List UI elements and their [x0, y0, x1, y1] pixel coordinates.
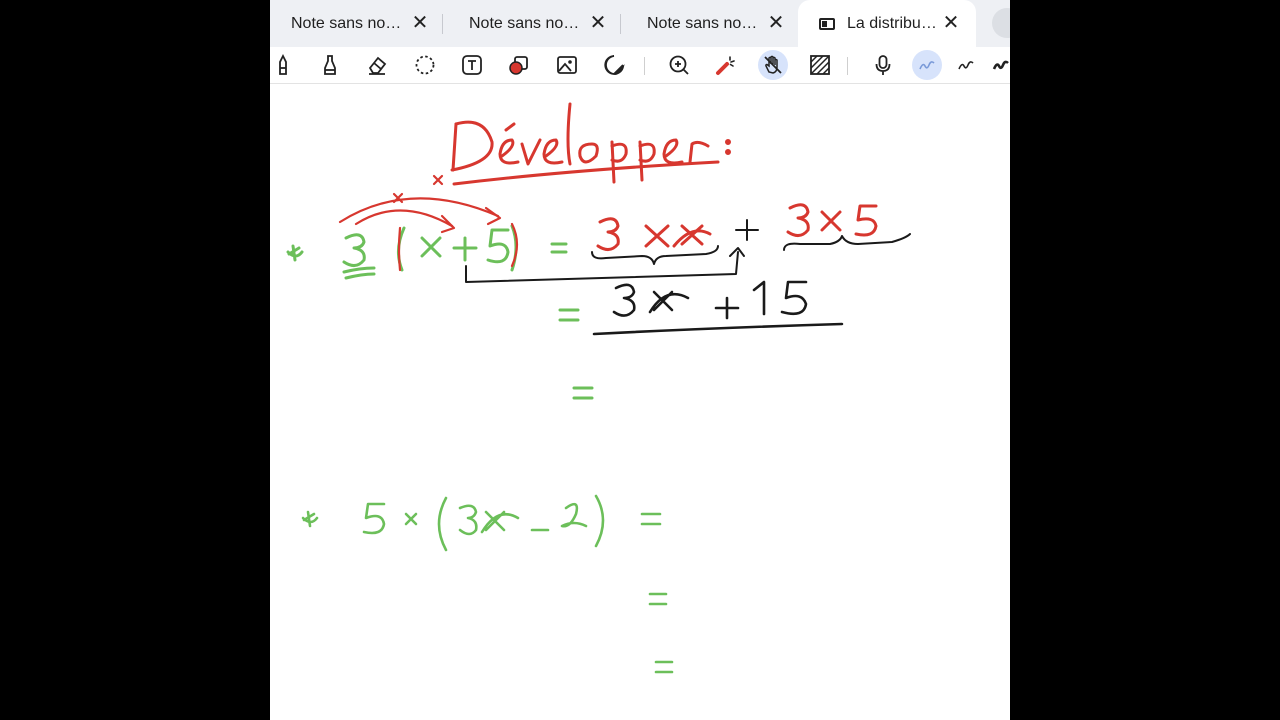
- note-canvas[interactable]: [270, 84, 1010, 720]
- tab-bar: Note sans no… ✕ Note sans no… ✕ Note san…: [270, 0, 1010, 47]
- distribution-arrows-ink: [338, 174, 519, 272]
- close-icon[interactable]: ✕: [940, 11, 962, 34]
- stroke-style-icon[interactable]: [912, 50, 942, 80]
- tab-note-1[interactable]: Note sans no… ✕: [270, 0, 445, 47]
- pattern-icon[interactable]: [805, 50, 835, 80]
- stroke-style-icon[interactable]: [951, 50, 981, 80]
- handwriting-layer: [286, 102, 911, 674]
- toolbar-separator: [847, 57, 848, 75]
- laser-icon[interactable]: [711, 50, 741, 80]
- close-icon[interactable]: ✕: [409, 11, 431, 34]
- lasso-icon[interactable]: [410, 50, 440, 80]
- microphone-icon[interactable]: [868, 50, 898, 80]
- tab-note-2[interactable]: Note sans no… ✕: [448, 0, 623, 47]
- new-tab-button[interactable]: [992, 8, 1010, 38]
- expression-1-ink: [286, 224, 568, 280]
- equals-2-ink: [558, 308, 580, 322]
- notes-app: Note sans no… ✕ Note sans no… ✕ Note san…: [270, 0, 1010, 720]
- highlighter-icon[interactable]: [315, 50, 345, 80]
- tab-label: Note sans no…: [291, 14, 402, 32]
- sticker-icon[interactable]: [599, 50, 629, 80]
- shape-icon[interactable]: [504, 50, 534, 80]
- braces-ink: [465, 219, 911, 283]
- heading-developper-ink: [450, 102, 731, 186]
- close-icon[interactable]: ✕: [765, 11, 787, 34]
- toolbar-separator: [644, 57, 645, 75]
- tab-la-distribu[interactable]: La distribu… ✕: [798, 0, 976, 47]
- tab-separator: [620, 14, 621, 34]
- pen-icon[interactable]: [270, 50, 298, 80]
- tab-label: Note sans no…: [469, 14, 580, 32]
- tab-label: Note sans no…: [647, 14, 758, 32]
- image-icon[interactable]: [552, 50, 582, 80]
- stroke-style-icon[interactable]: [986, 50, 1010, 80]
- result-3x-plus-15-ink: [592, 280, 844, 336]
- tab-label: La distribu…: [847, 14, 937, 32]
- zoom-icon[interactable]: [664, 50, 694, 80]
- tab-separator: [442, 14, 443, 34]
- expression-2-ink: [301, 494, 674, 674]
- hand-icon[interactable]: [758, 50, 788, 80]
- tab-note-3[interactable]: Note sans no… ✕: [626, 0, 801, 47]
- text-icon[interactable]: [457, 50, 487, 80]
- drawing-toolbar: [270, 47, 1010, 84]
- eraser-icon[interactable]: [362, 50, 392, 80]
- equals-3-ink: [572, 386, 594, 400]
- close-icon[interactable]: ✕: [587, 11, 609, 34]
- notebook-icon: [819, 17, 835, 30]
